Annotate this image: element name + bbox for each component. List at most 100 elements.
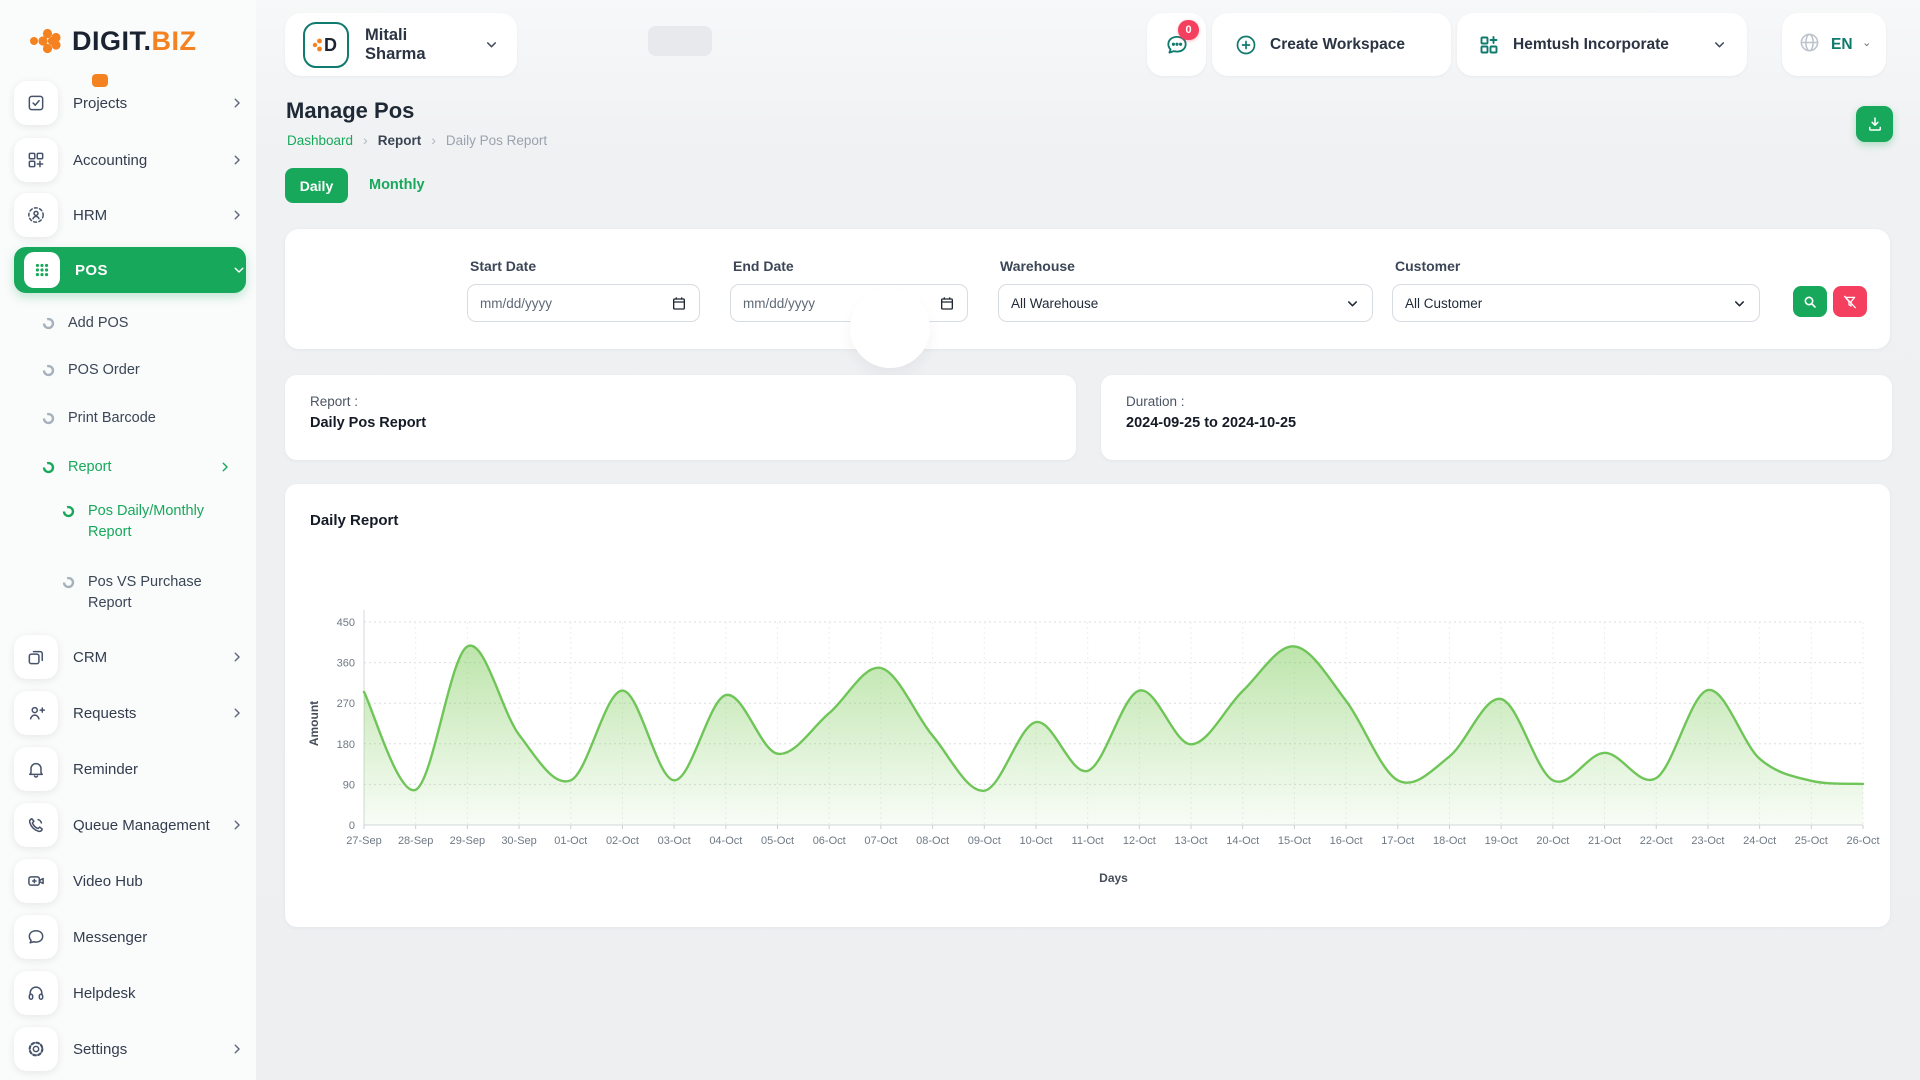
svg-text:270: 270 [337,698,355,710]
svg-text:22-Oct: 22-Oct [1640,835,1673,847]
chevron-right-icon [230,1042,244,1056]
svg-text:29-Sep: 29-Sep [450,835,485,847]
crm-icon [14,635,58,679]
chevron-right-icon [230,208,244,222]
start-date-label: Start Date [470,258,536,274]
workspace-grid-icon [1477,33,1501,57]
report-value: Daily Pos Report [310,415,426,431]
pos-icon [24,252,60,288]
svg-text:28-Sep: 28-Sep [398,835,433,847]
tab-daily[interactable]: Daily [285,168,348,203]
subitem-bullet-icon [42,364,55,377]
chevron-down-icon [1712,37,1727,52]
subitem-bullet-icon [42,317,55,330]
svg-text:27-Sep: 27-Sep [346,835,381,847]
svg-text:30-Sep: 30-Sep [501,835,536,847]
gear-icon [14,1027,58,1071]
svg-text:16-Oct: 16-Oct [1330,835,1363,847]
end-date-input[interactable]: mm/dd/yyyy [730,284,968,322]
subitem-bullet-icon [62,576,75,589]
sidebar-item-settings[interactable]: Settings [14,1026,244,1072]
svg-text:20-Oct: 20-Oct [1536,835,1569,847]
create-workspace-button[interactable]: Create Workspace [1212,13,1451,76]
svg-text:17-Oct: 17-Oct [1381,835,1414,847]
svg-text:Days: Days [1099,871,1128,885]
sidebar-item-pos-daily-monthly-report[interactable]: Pos Daily/Monthly Report [62,501,238,543]
svg-text:01-Oct: 01-Oct [554,835,587,847]
download-button[interactable] [1856,106,1893,142]
chevron-right-icon [230,96,244,110]
decorative-loader-circle [850,288,930,368]
brand-logo[interactable]: DIGIT.BIZ [22,20,197,62]
sidebar-item-accounting[interactable]: Accounting [14,137,244,183]
page-title: Manage Pos [286,98,414,124]
svg-text:21-Oct: 21-Oct [1588,835,1621,847]
svg-text:10-Oct: 10-Oct [1019,835,1052,847]
calendar-icon [939,295,955,311]
svg-text:15-Oct: 15-Oct [1278,835,1311,847]
customer-label: Customer [1395,258,1460,274]
calendar-icon [671,295,687,311]
sidebar-item-print-barcode[interactable]: Print Barcode [42,406,242,430]
sidebar-item-crm[interactable]: CRM [14,634,244,680]
sidebar-item-report[interactable]: Report [42,455,232,479]
avatar: D [303,22,349,68]
svg-text:0: 0 [349,820,355,832]
svg-text:90: 90 [343,779,355,791]
svg-text:180: 180 [337,739,355,751]
svg-text:26-Oct: 26-Oct [1846,835,1879,847]
sidebar-item-helpdesk[interactable]: Helpdesk [14,970,244,1016]
svg-text:23-Oct: 23-Oct [1691,835,1724,847]
language-selector[interactable]: EN [1782,13,1886,76]
chevron-right-icon [230,650,244,664]
workspace-switcher[interactable]: Hemtush Incorporate [1457,13,1747,76]
sidebar-item-pos-vs-purchase-report[interactable]: Pos VS Purchase Report [62,572,238,614]
user-menu[interactable]: D Mitali Sharma [285,13,517,76]
daily-report-card: Daily Report 09018027036045027-Sep28-Sep… [285,484,1890,927]
sidebar: DIGIT.BIZ Projects Accounting HRM [0,0,256,1080]
sidebar-item-queue-management[interactable]: Queue Management [14,802,244,848]
duration-label: Duration : [1126,394,1185,409]
duration-summary-card: Duration : 2024-09-25 to 2024-10-25 [1101,375,1892,460]
bell-icon [14,747,58,791]
search-button[interactable] [1793,286,1827,317]
sidebar-item-requests[interactable]: Requests [14,690,244,736]
svg-text:D: D [324,35,337,55]
sidebar-item-reminder[interactable]: Reminder [14,746,244,792]
sidebar-item-add-pos[interactable]: Add POS [42,311,242,335]
plus-circle-icon [1234,33,1258,57]
chevron-down-icon [1863,37,1870,52]
user-name: Mitali Sharma [365,26,468,64]
chevron-right-icon [230,153,244,167]
chat-button[interactable]: 0 [1147,13,1206,76]
sidebar-item-pos[interactable]: POS [14,247,246,293]
svg-text:12-Oct: 12-Oct [1123,835,1156,847]
breadcrumb-dashboard[interactable]: Dashboard [287,133,353,148]
report-summary-card: Report : Daily Pos Report [285,375,1076,460]
workspace-name: Hemtush Incorporate [1513,36,1700,54]
video-camera-icon [14,859,58,903]
svg-text:07-Oct: 07-Oct [864,835,897,847]
sidebar-item-projects[interactable]: Projects [14,80,244,126]
svg-text:24-Oct: 24-Oct [1743,835,1776,847]
chevron-down-icon [1732,296,1747,311]
filter-remove-icon [1842,294,1858,310]
warehouse-select[interactable]: All Warehouse [998,284,1373,322]
svg-text:14-Oct: 14-Oct [1226,835,1259,847]
sidebar-item-hrm[interactable]: HRM [14,192,244,238]
sidebar-item-messenger[interactable]: Messenger [14,914,244,960]
reset-filter-button[interactable] [1833,286,1867,317]
customer-select[interactable]: All Customer [1392,284,1760,322]
sidebar-item-pos-order[interactable]: POS Order [42,358,242,382]
phone-icon [14,803,58,847]
sidebar-item-video-hub[interactable]: Video Hub [14,858,244,904]
breadcrumb-report[interactable]: Report [378,133,422,148]
svg-text:Amount: Amount [307,701,321,746]
headphones-icon [14,971,58,1015]
brand-hexagon-icon [22,20,64,62]
tab-monthly[interactable]: Monthly [363,176,431,194]
filter-card: Start Date mm/dd/yyyy End Date mm/dd/yyy… [285,229,1890,349]
accounting-icon [14,138,58,182]
start-date-input[interactable]: mm/dd/yyyy [467,284,700,322]
download-icon [1866,115,1884,133]
